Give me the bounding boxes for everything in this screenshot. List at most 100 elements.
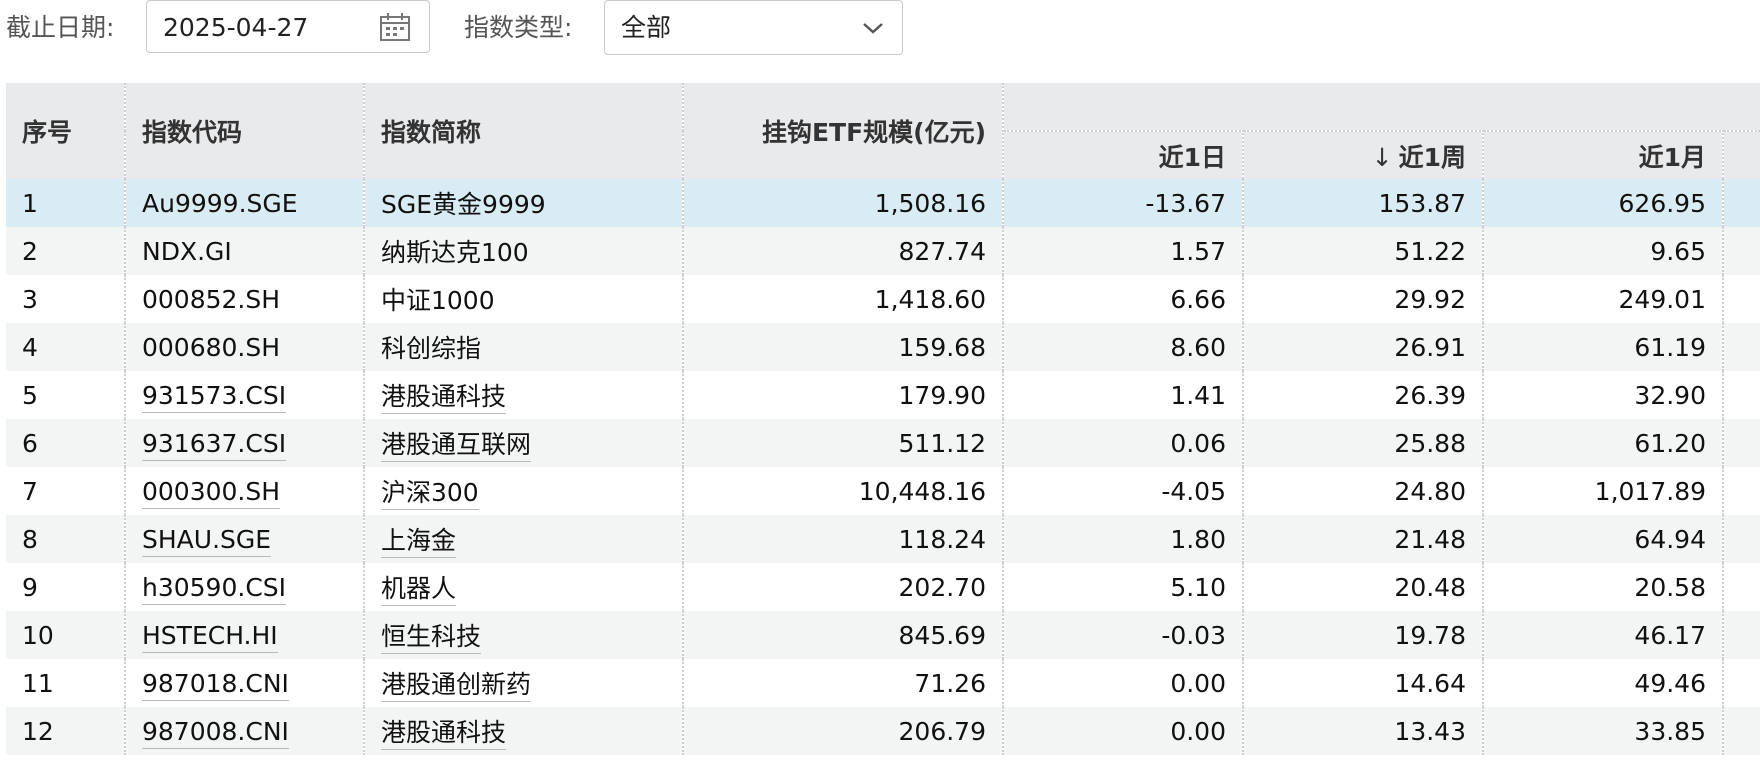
table-row[interactable]: 7 000300.SH 沪深300 10,448.16 -4.05 24.80 1,017.… xyxy=(6,467,1760,515)
row-1d: 0.00 xyxy=(1003,707,1244,755)
row-1d: 1.57 xyxy=(1003,227,1244,275)
row-1d: 1.41 xyxy=(1003,371,1244,419)
table-row[interactable]: 4 000680.SH 科创综指 159.68 8.60 26.91 61.19 xyxy=(6,323,1760,371)
row-name-link[interactable]: 港股通互联网 xyxy=(381,430,532,462)
row-1d: -0.03 xyxy=(1003,611,1244,659)
row-code[interactable]: h30590.CSI xyxy=(125,563,365,611)
row-name[interactable]: 港股通互联网 xyxy=(364,419,684,467)
row-1w: 14.64 xyxy=(1243,659,1484,707)
row-code-link[interactable]: 931573.CSI xyxy=(142,380,287,413)
row-code[interactable]: SHAU.SGE xyxy=(125,515,365,563)
table-row[interactable]: 5 931573.CSI 港股通科技 179.90 1.41 26.39 32.90 xyxy=(6,371,1760,419)
row-code-link[interactable]: HSTECH.HI xyxy=(142,620,278,653)
row-1w: 51.22 xyxy=(1243,227,1484,275)
row-name-link[interactable]: 港股通科技 xyxy=(381,382,507,414)
row-name[interactable]: 港股通科技 xyxy=(364,371,684,419)
table-row[interactable]: 1 Au9999.SGE SGE黄金9999 1,508.16 -13.67 153.87… xyxy=(6,179,1760,227)
row-name: 科创综指 xyxy=(364,323,684,371)
row-code[interactable]: 987018.CNI xyxy=(125,659,365,707)
row-1w: 29.92 xyxy=(1243,275,1484,323)
row-code-link[interactable]: h30590.CSI xyxy=(142,572,287,605)
row-1d: 1.80 xyxy=(1003,515,1244,563)
header-overflow xyxy=(1723,130,1760,179)
row-name[interactable]: 上海金 xyxy=(364,515,684,563)
row-1w: 24.80 xyxy=(1243,467,1484,515)
row-overflow xyxy=(1723,419,1760,467)
row-1m: 61.19 xyxy=(1483,323,1724,371)
row-name-link[interactable]: 上海金 xyxy=(381,526,457,558)
row-code[interactable]: 931637.CSI xyxy=(125,419,365,467)
row-code-link[interactable]: SHAU.SGE xyxy=(142,524,272,557)
header-etf-size[interactable]: 挂钩ETF规模(亿元) xyxy=(683,83,1004,179)
row-overflow xyxy=(1723,179,1760,227)
row-name-link[interactable]: 机器人 xyxy=(381,574,457,606)
row-1m: 64.94 xyxy=(1483,515,1724,563)
row-name-link[interactable]: 沪深300 xyxy=(381,478,479,510)
row-1m: 20.58 xyxy=(1483,563,1724,611)
header-name[interactable]: 指数简称 xyxy=(364,83,684,179)
chevron-down-icon xyxy=(863,23,883,34)
index-type-select[interactable]: 全部 xyxy=(604,0,903,55)
row-name[interactable]: 机器人 xyxy=(364,563,684,611)
row-1w: 13.43 xyxy=(1243,707,1484,755)
index-table: 序号 指数代码 指数简称 挂钩ETF规模(亿元) 近1日 ↓ 近1周 近1月 1A… xyxy=(6,83,1760,755)
row-1d: 0.00 xyxy=(1003,659,1244,707)
table-row[interactable]: 8 SHAU.SGE 上海金 118.24 1.80 21.48 64.94 xyxy=(6,515,1760,563)
table-row[interactable]: 9 h30590.CSI 机器人 202.70 5.10 20.48 20.58 xyxy=(6,563,1760,611)
row-code[interactable]: HSTECH.HI xyxy=(125,611,365,659)
row-overflow xyxy=(1723,227,1760,275)
row-index: 4 xyxy=(6,323,126,371)
row-code-link[interactable]: 987008.CNI xyxy=(142,716,289,749)
header-1w[interactable]: ↓ 近1周 xyxy=(1243,130,1484,179)
row-code[interactable]: 931573.CSI xyxy=(125,371,365,419)
table-row[interactable]: 6 931637.CSI 港股通互联网 511.12 0.06 25.88 61.20 xyxy=(6,419,1760,467)
date-filter-label: 截止日期: xyxy=(6,13,115,42)
header-code[interactable]: 指数代码 xyxy=(125,83,365,179)
row-etf-size: 1,508.16 xyxy=(683,179,1004,227)
row-overflow xyxy=(1723,467,1760,515)
row-code[interactable]: 987008.CNI xyxy=(125,707,365,755)
table-row[interactable]: 12 987008.CNI 港股通科技 206.79 0.00 13.43 33.85 xyxy=(6,707,1760,755)
table-row[interactable]: 3 000852.SH 中证1000 1,418.60 6.66 29.92 249.01 xyxy=(6,275,1760,323)
row-overflow xyxy=(1723,323,1760,371)
row-1d: -13.67 xyxy=(1003,179,1244,227)
row-name-link[interactable]: 恒生科技 xyxy=(381,622,482,654)
row-name[interactable]: 港股通科技 xyxy=(364,707,684,755)
row-code[interactable]: 000300.SH xyxy=(125,467,365,515)
header-1m[interactable]: 近1月 xyxy=(1483,130,1724,179)
row-1w: 20.48 xyxy=(1243,563,1484,611)
row-etf-size: 845.69 xyxy=(683,611,1004,659)
row-name-link[interactable]: 港股通科技 xyxy=(381,718,507,750)
row-1m: 61.20 xyxy=(1483,419,1724,467)
row-code-link[interactable]: 000300.SH xyxy=(142,476,281,509)
row-index: 1 xyxy=(6,179,126,227)
row-name[interactable]: 沪深300 xyxy=(364,467,684,515)
table-row[interactable]: 10 HSTECH.HI 恒生科技 845.69 -0.03 19.78 46.17 xyxy=(6,611,1760,659)
row-1w: 26.91 xyxy=(1243,323,1484,371)
row-overflow xyxy=(1723,275,1760,323)
row-name[interactable]: 港股通创新药 xyxy=(364,659,684,707)
row-code-link[interactable]: 931637.CSI xyxy=(142,428,287,461)
table-row[interactable]: 11 987018.CNI 港股通创新药 71.26 0.00 14.64 49.46 xyxy=(6,659,1760,707)
row-overflow xyxy=(1723,611,1760,659)
row-name-link[interactable]: 港股通创新药 xyxy=(381,670,532,702)
row-name: SGE黄金9999 xyxy=(364,179,684,227)
row-code-link[interactable]: 987018.CNI xyxy=(142,668,289,701)
row-index: 5 xyxy=(6,371,126,419)
table-header: 序号 指数代码 指数简称 挂钩ETF规模(亿元) 近1日 ↓ 近1周 近1月 xyxy=(6,83,1760,179)
calendar-icon[interactable] xyxy=(379,12,411,42)
date-picker[interactable]: 2025-04-27 xyxy=(146,0,430,53)
row-1m: 1,017.89 xyxy=(1483,467,1724,515)
header-1d[interactable]: 近1日 xyxy=(1003,130,1244,179)
row-code: NDX.GI xyxy=(125,227,365,275)
row-code: 000852.SH xyxy=(125,275,365,323)
row-index: 7 xyxy=(6,467,126,515)
row-1d: 0.06 xyxy=(1003,419,1244,467)
row-name: 纳斯达克100 xyxy=(364,227,684,275)
row-index: 8 xyxy=(6,515,126,563)
row-index: 10 xyxy=(6,611,126,659)
table-row[interactable]: 2 NDX.GI 纳斯达克100 827.74 1.57 51.22 9.65 xyxy=(6,227,1760,275)
row-etf-size: 118.24 xyxy=(683,515,1004,563)
row-1d: 6.66 xyxy=(1003,275,1244,323)
row-name[interactable]: 恒生科技 xyxy=(364,611,684,659)
